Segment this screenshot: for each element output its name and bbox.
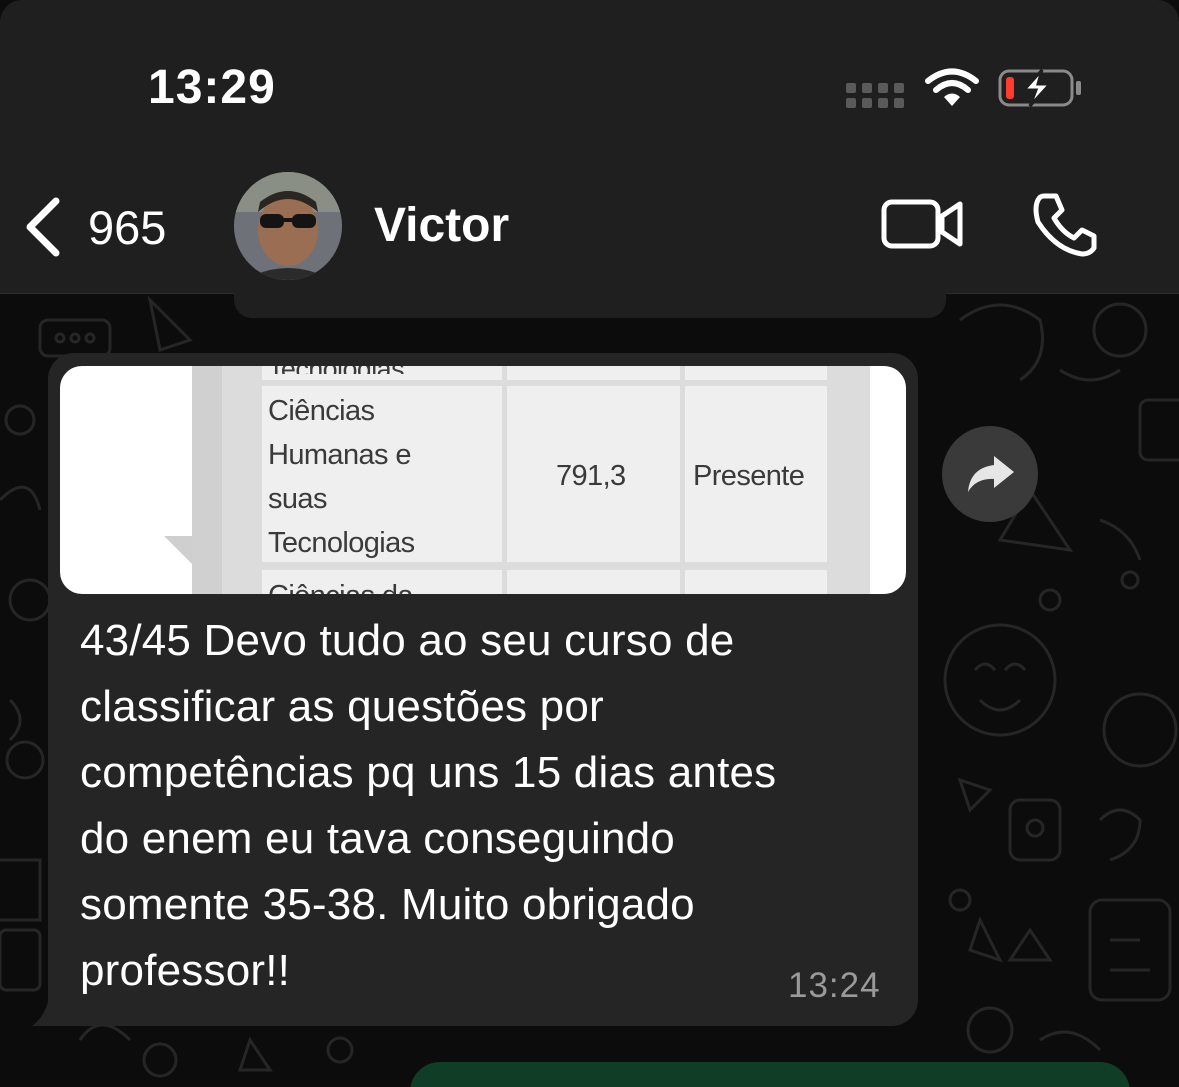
area-line-3: suas bbox=[268, 483, 327, 515]
previous-message-bubble bbox=[234, 280, 946, 318]
chevron-left-icon bbox=[26, 197, 60, 257]
navigation-header: 13:29 965 Victor bbox=[0, 0, 1179, 294]
message-line: competências pq uns 15 dias antes bbox=[80, 748, 777, 797]
wifi-icon bbox=[925, 68, 979, 106]
image-attachment[interactable]: Tecnologias Ciências Humanas e suas Tecn… bbox=[60, 366, 906, 594]
attendance-status: Presente bbox=[693, 460, 805, 492]
message-line: 43/45 Devo tudo ao seu curso de bbox=[80, 616, 735, 665]
status-bar-time: 13:29 bbox=[148, 61, 276, 114]
forward-icon bbox=[968, 456, 1014, 492]
message-line: do enem eu tava conseguindo bbox=[80, 814, 675, 863]
table-left-bar bbox=[192, 366, 222, 594]
table-cell bbox=[685, 570, 827, 594]
partial-row-label: Tecnologias bbox=[268, 366, 498, 374]
video-camera-icon[interactable] bbox=[880, 192, 964, 256]
message-line: professor!! bbox=[80, 946, 291, 995]
table-cell bbox=[507, 366, 680, 380]
contact-avatar[interactable] bbox=[234, 172, 342, 280]
partial-row-label: Ciências da bbox=[268, 574, 498, 594]
message-timestamp: 13:24 bbox=[788, 966, 881, 1005]
cellular-signal-icon bbox=[846, 83, 904, 108]
score-value: 791,3 bbox=[556, 460, 626, 492]
back-button[interactable]: 965 bbox=[22, 192, 192, 262]
score-table-image: Tecnologias Ciências Humanas e suas Tecn… bbox=[60, 366, 906, 594]
table-notch bbox=[164, 536, 192, 564]
phone-icon[interactable] bbox=[1030, 190, 1100, 260]
unread-count: 965 bbox=[88, 200, 167, 254]
area-line-1: Ciências bbox=[268, 395, 375, 427]
area-line-2: Humanas e bbox=[268, 439, 412, 471]
table-cell bbox=[507, 570, 680, 594]
forward-button[interactable] bbox=[942, 426, 1038, 522]
message-line: classificar as questões por bbox=[80, 682, 604, 731]
battery-charging-icon bbox=[998, 68, 1081, 108]
area-line-4: Tecnologias bbox=[268, 527, 415, 559]
bubble-tail bbox=[32, 990, 88, 1026]
outgoing-message-bubble[interactable] bbox=[410, 1062, 1130, 1087]
message-text: 43/45 Devo tudo ao seu curso de classifi… bbox=[80, 608, 900, 1004]
table-cell bbox=[685, 366, 827, 380]
message-line: somente 35-38. Muito obrigado bbox=[80, 880, 695, 929]
avatar-photo bbox=[234, 172, 342, 280]
contact-name[interactable]: Victor bbox=[374, 198, 509, 253]
